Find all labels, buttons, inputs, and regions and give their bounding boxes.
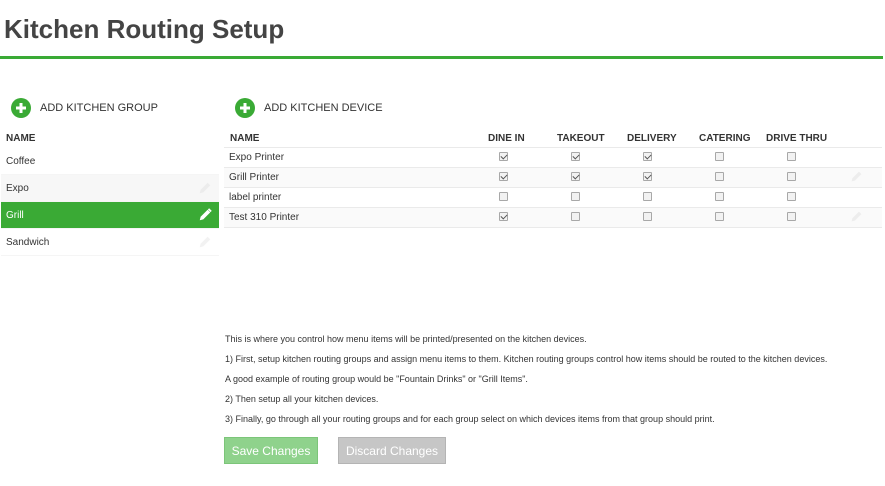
dine-in-checkbox[interactable] <box>499 192 508 201</box>
group-item-label: Expo <box>6 182 29 194</box>
edit-pencil-icon[interactable] <box>850 170 863 186</box>
group-item-label: Coffee <box>6 155 36 167</box>
takeout-checkbox[interactable] <box>571 152 580 161</box>
group-item-label: Grill <box>6 209 24 221</box>
group-name-header: NAME <box>6 133 36 144</box>
device-name: Expo Printer <box>229 152 285 163</box>
device-row: Expo Printer <box>224 147 882 168</box>
instruction-line: 2) Then setup all your kitchen devices. <box>225 394 379 404</box>
device-name: label printer <box>229 192 282 203</box>
edit-pencil-icon[interactable] <box>197 180 213 196</box>
group-item-expo[interactable]: Expo <box>1 175 219 202</box>
delivery-checkbox[interactable] <box>643 212 652 221</box>
discard-changes-button[interactable]: Discard Changes <box>338 437 446 464</box>
drive-thru-header: DRIVE THRU <box>766 133 828 144</box>
device-row: Grill Printer <box>224 168 882 188</box>
group-item-grill[interactable]: Grill <box>1 202 219 229</box>
group-item-coffee[interactable]: Coffee <box>1 148 219 175</box>
device-row: Test 310 Printer <box>224 208 882 228</box>
edit-pencil-icon[interactable] <box>197 207 213 223</box>
group-item-sandwich[interactable]: Sandwich <box>1 229 219 256</box>
add-kitchen-device-label: ADD KITCHEN DEVICE <box>264 102 383 114</box>
catering-checkbox[interactable] <box>715 212 724 221</box>
takeout-header: TAKEOUT <box>557 133 605 144</box>
plus-icon <box>11 98 31 118</box>
group-item-label: Sandwich <box>6 236 50 248</box>
delivery-header: DELIVERY <box>627 133 677 144</box>
drive-thru-checkbox[interactable] <box>787 152 796 161</box>
takeout-checkbox[interactable] <box>571 172 580 181</box>
device-name: Test 310 Printer <box>229 212 300 223</box>
device-table: Expo Printer Grill Printer label printer… <box>224 147 882 228</box>
title-divider <box>0 56 883 59</box>
dine-in-checkbox[interactable] <box>499 172 508 181</box>
dine-in-checkbox[interactable] <box>499 152 508 161</box>
instruction-line: 3) Finally, go through all your routing … <box>225 414 715 424</box>
catering-checkbox[interactable] <box>715 172 724 181</box>
delivery-checkbox[interactable] <box>643 172 652 181</box>
device-name: Grill Printer <box>229 172 280 183</box>
instruction-line: A good example of routing group would be… <box>225 374 528 384</box>
dine-in-checkbox[interactable] <box>499 212 508 221</box>
add-kitchen-device-button[interactable]: ADD KITCHEN DEVICE <box>235 98 383 118</box>
edit-pencil-icon[interactable] <box>850 210 863 226</box>
catering-checkbox[interactable] <box>715 192 724 201</box>
save-changes-button[interactable]: Save Changes <box>224 437 318 464</box>
add-kitchen-group-button[interactable]: ADD KITCHEN GROUP <box>11 98 158 118</box>
drive-thru-checkbox[interactable] <box>787 192 796 201</box>
page-title: Kitchen Routing Setup <box>4 14 285 44</box>
add-kitchen-group-label: ADD KITCHEN GROUP <box>40 102 158 114</box>
takeout-checkbox[interactable] <box>571 192 580 201</box>
instruction-line: This is where you control how menu items… <box>225 334 587 344</box>
device-row: label printer <box>224 188 882 208</box>
instructions-text: This is where you control how menu items… <box>225 332 827 432</box>
delivery-checkbox[interactable] <box>643 152 652 161</box>
drive-thru-checkbox[interactable] <box>787 172 796 181</box>
instruction-line: 1) First, setup kitchen routing groups a… <box>225 354 828 364</box>
catering-header: CATERING <box>699 133 751 144</box>
drive-thru-checkbox[interactable] <box>787 212 796 221</box>
catering-checkbox[interactable] <box>715 152 724 161</box>
kitchen-group-list: Coffee Expo Grill Sandwich <box>1 148 219 256</box>
delivery-checkbox[interactable] <box>643 192 652 201</box>
takeout-checkbox[interactable] <box>571 212 580 221</box>
plus-icon <box>235 98 255 118</box>
device-name-header: NAME <box>230 133 260 144</box>
edit-pencil-icon[interactable] <box>197 234 213 250</box>
dine-in-header: DINE IN <box>488 133 525 144</box>
